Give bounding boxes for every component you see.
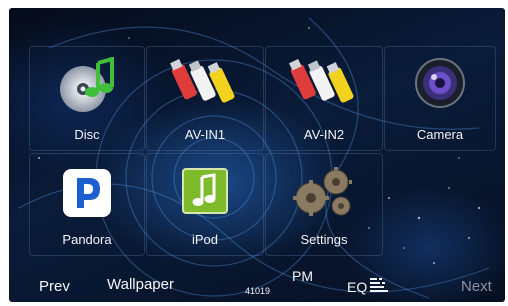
wallpaper-button[interactable]: Wallpaper bbox=[107, 276, 174, 293]
app-label: Camera bbox=[416, 127, 464, 142]
app-tile-settings[interactable]: Settings bbox=[265, 153, 383, 256]
prev-button[interactable]: Prev bbox=[39, 278, 70, 295]
rca-cables-icon bbox=[170, 57, 240, 111]
equalizer-icon bbox=[370, 278, 389, 295]
code-label: 41019 bbox=[245, 286, 271, 296]
disc-music-icon bbox=[58, 56, 116, 119]
eq-label: EQ bbox=[347, 278, 368, 295]
camera-lens-icon bbox=[414, 57, 466, 113]
ipod-music-note-icon bbox=[182, 168, 228, 218]
app-label: iPod bbox=[191, 232, 219, 247]
head-unit-screen: Disc AV-IN1 AV-IN2 Camera Pandora iPod S… bbox=[9, 8, 505, 302]
app-label: Disc bbox=[74, 127, 100, 142]
app-tile-av-in2[interactable]: AV-IN2 bbox=[265, 46, 383, 151]
app-tile-pandora[interactable]: Pandora bbox=[29, 153, 145, 256]
app-tile-ipod[interactable]: iPod bbox=[146, 153, 264, 256]
app-label: AV-IN2 bbox=[303, 127, 345, 142]
time-period-label: PM bbox=[292, 268, 313, 284]
gears-icon bbox=[291, 166, 357, 224]
rca-cables-icon bbox=[289, 57, 359, 111]
app-label: Pandora bbox=[62, 232, 112, 247]
pandora-icon bbox=[62, 168, 112, 222]
app-tile-av-in1[interactable]: AV-IN1 bbox=[146, 46, 264, 151]
app-tile-camera[interactable]: Camera bbox=[384, 46, 496, 151]
next-button[interactable]: Next bbox=[461, 278, 492, 295]
app-label: Settings bbox=[300, 232, 348, 247]
app-tile-disc[interactable]: Disc bbox=[29, 46, 145, 151]
eq-button[interactable]: EQ bbox=[347, 278, 389, 295]
app-label: AV-IN1 bbox=[184, 127, 226, 142]
